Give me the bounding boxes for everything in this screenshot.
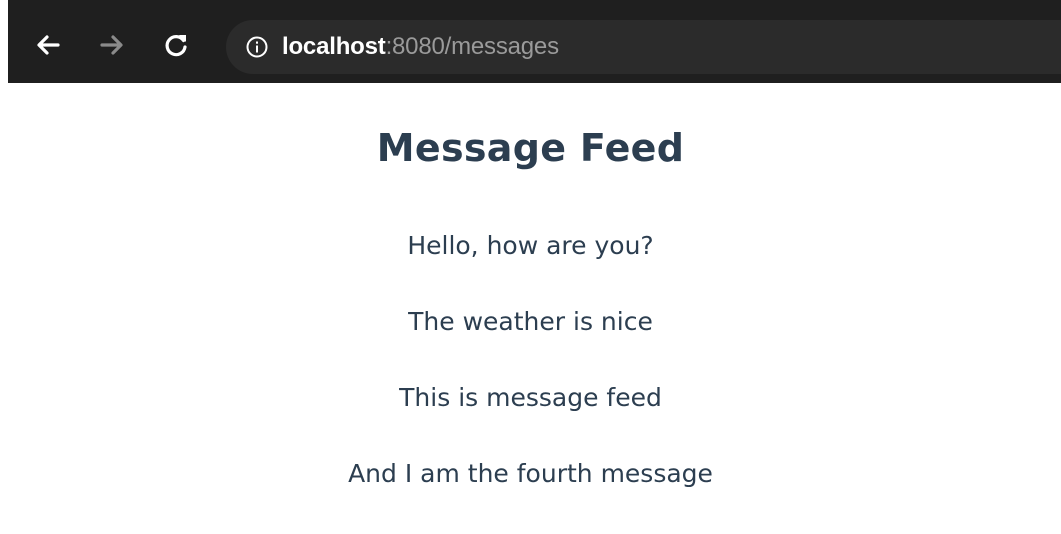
arrow-right-icon — [100, 35, 123, 55]
message-item: This is message feed — [399, 383, 662, 412]
browser-toolbar: localhost:8080/messages — [8, 0, 1061, 83]
arrow-left-icon — [37, 35, 60, 55]
url-text[interactable]: localhost:8080/messages — [282, 33, 559, 61]
message-item: Hello, how are you? — [407, 231, 654, 260]
info-icon[interactable] — [246, 36, 268, 58]
url-host: localhost — [282, 33, 386, 60]
page-content: Message Feed Hello, how are you? The wea… — [0, 86, 1061, 488]
page-title: Message Feed — [376, 126, 685, 170]
address-bar[interactable]: localhost:8080/messages — [226, 20, 1061, 74]
forward-button[interactable] — [94, 27, 130, 63]
message-list: Hello, how are you? The weather is nice … — [0, 230, 1061, 534]
back-button[interactable] — [30, 27, 66, 63]
browser-chrome: localhost:8080/messages — [0, 0, 1061, 86]
reload-button[interactable] — [158, 27, 194, 63]
reload-icon — [165, 35, 187, 57]
url-path: :8080/messages — [385, 33, 560, 60]
message-item: The weather is nice — [408, 307, 653, 336]
message-item: And I am the fourth message — [348, 459, 713, 488]
